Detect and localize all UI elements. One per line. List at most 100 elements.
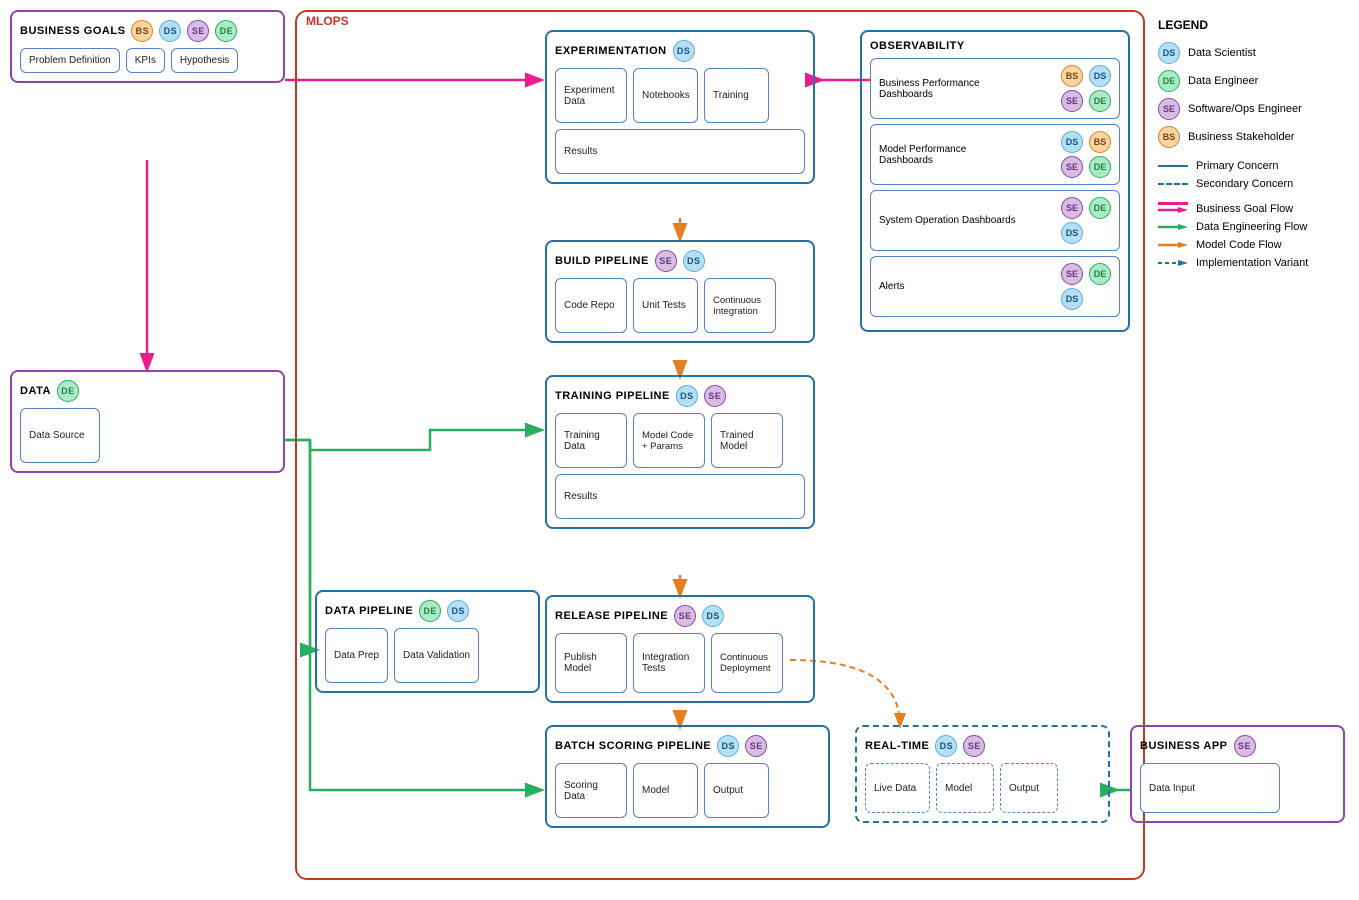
legend-secondary: Secondary Concern — [1158, 178, 1342, 190]
observability-section: OBSERVABILITY Business Performance Dashb… — [860, 30, 1130, 332]
legend-magenta-arrow — [1158, 202, 1188, 215]
results-tp-box: Results — [555, 474, 805, 519]
badge-bs: BS — [131, 20, 153, 42]
badge-ds: DS — [159, 20, 181, 42]
data-pipeline-title: DATA PIPELINE DE DS — [325, 600, 530, 622]
badge-se-bp: SE — [655, 250, 677, 272]
experimentation-row1: Experiment Data Notebooks Training — [555, 68, 805, 123]
model-bs-box: Model — [633, 763, 698, 818]
legend-model-flow: Model Code Flow — [1158, 239, 1342, 251]
release-pipeline-section: RELEASE PIPELINE SE DS Publish Model Int… — [545, 595, 815, 703]
badge-se-rt: SE — [963, 735, 985, 757]
release-pipeline-items: Publish Model Integration Tests Continuo… — [555, 633, 805, 693]
badge-ds-obs4: DS — [1061, 288, 1083, 310]
badge-ds-exp: DS — [673, 40, 695, 62]
output-bs-box: Output — [704, 763, 769, 818]
problem-definition-box: Problem Definition — [20, 48, 120, 73]
badge-ds-rp: DS — [702, 605, 724, 627]
model-code-params-box: Model Code + Params — [633, 413, 705, 468]
legend-impl-variant-label: Implementation Variant — [1196, 257, 1308, 269]
badge-ds-bs: DS — [717, 735, 739, 757]
business-goals-title: BUSINESS GOALS BS DS SE DE — [20, 20, 275, 42]
batch-scoring-items: Scoring Data Model Output — [555, 763, 820, 818]
business-goals-items: Problem Definition KPIs Hypothesis — [20, 48, 275, 73]
build-pipeline-title: BUILD PIPELINE SE DS — [555, 250, 805, 272]
badge-se-bs: SE — [745, 735, 767, 757]
publish-model-box: Publish Model — [555, 633, 627, 693]
experiment-data-box: Experiment Data — [555, 68, 627, 123]
legend-label-de: Data Engineer — [1188, 75, 1258, 87]
batch-scoring-title: BATCH SCORING PIPELINE DS SE — [555, 735, 820, 757]
real-time-section: REAL-TIME DS SE Live Data Model Output — [855, 725, 1110, 823]
data-input-box: Data Input — [1140, 763, 1280, 813]
legend-impl-variant: Implementation Variant — [1158, 257, 1342, 269]
legend-ds: DS Data Scientist — [1158, 42, 1342, 64]
legend-badge-se: SE — [1158, 98, 1180, 120]
legend-blue-dashed-arrow — [1158, 258, 1188, 268]
training-exp-box: Training — [704, 68, 769, 123]
badge-bs-obs2: BS — [1089, 131, 1111, 153]
legend-label-bs: Business Stakeholder — [1188, 131, 1294, 143]
legend-orange-arrow — [1158, 240, 1188, 250]
legend-badge-ds: DS — [1158, 42, 1180, 64]
badge-ds-obs2: DS — [1061, 131, 1083, 153]
model-rt-box: Model — [936, 763, 994, 813]
unit-tests-box: Unit Tests — [633, 278, 698, 333]
model-performance-panel: Model Performance Dashboards DS BS SE DE — [870, 124, 1120, 185]
badge-se-obs3: SE — [1061, 197, 1083, 219]
badge-bs-obs1: BS — [1061, 65, 1083, 87]
notebooks-box: Notebooks — [633, 68, 698, 123]
results-exp-box: Results — [555, 129, 805, 174]
badge-ds-bp: DS — [683, 250, 705, 272]
output-rt-box: Output — [1000, 763, 1058, 813]
build-pipeline-section: BUILD PIPELINE SE DS Code Repo Unit Test… — [545, 240, 815, 343]
badge-de-obs3: DE — [1089, 197, 1111, 219]
data-validation-box: Data Validation — [394, 628, 479, 683]
kpis-box: KPIs — [126, 48, 165, 73]
alerts-panel: Alerts SE DE DS — [870, 256, 1120, 317]
legend-primary-line — [1158, 165, 1188, 167]
real-time-title: REAL-TIME DS SE — [865, 735, 1100, 757]
badge-se-obs4: SE — [1061, 263, 1083, 285]
legend-primary-label: Primary Concern — [1196, 160, 1279, 172]
training-pipeline-title: TRAINING PIPELINE DS SE — [555, 385, 805, 407]
batch-scoring-section: BATCH SCORING PIPELINE DS SE Scoring Dat… — [545, 725, 830, 828]
legend-data-flow-label: Data Engineering Flow — [1196, 221, 1307, 233]
badge-de-data: DE — [57, 380, 79, 402]
data-pipeline-section: DATA PIPELINE DE DS Data Prep Data Valid… — [315, 590, 540, 693]
business-performance-panel: Business Performance Dashboards BS DS SE… — [870, 58, 1120, 119]
data-prep-box: Data Prep — [325, 628, 388, 683]
badge-de-obs4: DE — [1089, 263, 1111, 285]
data-items: Data Source — [20, 408, 275, 463]
training-pipeline-row1: Training Data Model Code + Params Traine… — [555, 413, 805, 468]
legend-label-se: Software/Ops Engineer — [1188, 103, 1302, 115]
live-data-box: Live Data — [865, 763, 930, 813]
badge-ds-obs1: DS — [1089, 65, 1111, 87]
legend-se: SE Software/Ops Engineer — [1158, 98, 1342, 120]
legend-model-flow-label: Model Code Flow — [1196, 239, 1282, 251]
badge-ds-obs3: DS — [1061, 222, 1083, 244]
code-repo-box: Code Repo — [555, 278, 627, 333]
data-section: DATA DE Data Source — [10, 370, 285, 473]
legend-secondary-line — [1158, 183, 1188, 185]
badge-de: DE — [215, 20, 237, 42]
badge-se: SE — [187, 20, 209, 42]
data-source-box: Data Source — [20, 408, 100, 463]
release-pipeline-title: RELEASE PIPELINE SE DS — [555, 605, 805, 627]
badge-se-rp: SE — [674, 605, 696, 627]
legend-business-flow-label: Business Goal Flow — [1196, 203, 1293, 215]
badge-se-tp: SE — [704, 385, 726, 407]
continuous-deployment-box: Continuous Deployment — [711, 633, 783, 693]
legend-badge-bs: BS — [1158, 126, 1180, 148]
business-app-section: BUSINESS APP SE Data Input — [1130, 725, 1345, 823]
legend-label-ds: Data Scientist — [1188, 47, 1256, 59]
badge-de-obs2: DE — [1089, 156, 1111, 178]
badge-de-dp: DE — [419, 600, 441, 622]
data-title: DATA DE — [20, 380, 275, 402]
business-app-items: Data Input — [1140, 763, 1335, 813]
experimentation-title: EXPERIMENTATION DS — [555, 40, 805, 62]
legend-de: DE Data Engineer — [1158, 70, 1342, 92]
legend-data-flow: Data Engineering Flow — [1158, 221, 1342, 233]
build-pipeline-items: Code Repo Unit Tests Continuous Integrat… — [555, 278, 805, 333]
integration-tests-box: Integration Tests — [633, 633, 705, 693]
